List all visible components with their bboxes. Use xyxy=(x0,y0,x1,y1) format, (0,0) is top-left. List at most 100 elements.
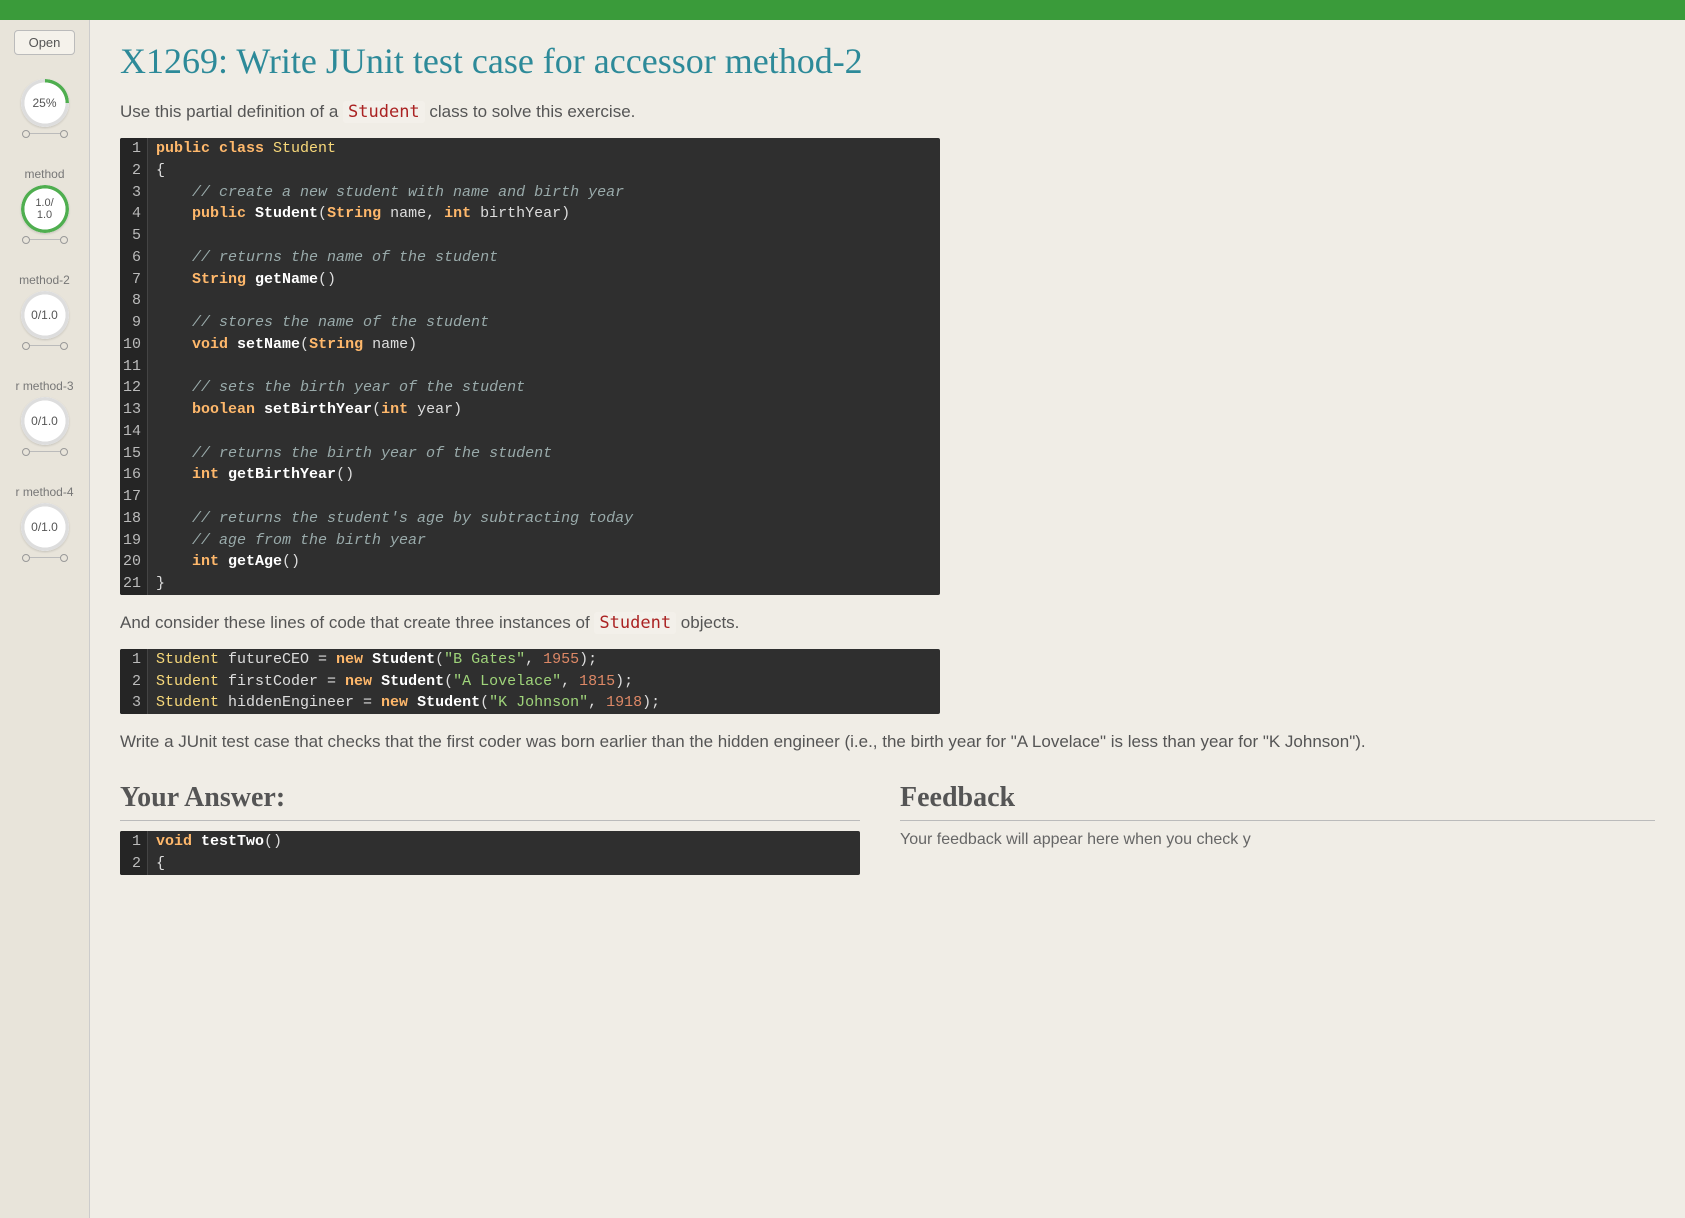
line-number: 3 xyxy=(120,692,148,714)
sidebar: Open 25% method 1.0/ 1.0 method-2 0/1.0 … xyxy=(0,20,90,1218)
progress-ring: 0/1.0 xyxy=(21,397,69,445)
code-block-instances[interactable]: 1Student futureCEO = new Student("B Gate… xyxy=(120,649,940,714)
progress-value: 0/1.0 xyxy=(31,414,58,428)
code-text: // age from the birth year xyxy=(148,530,426,552)
inline-code: Student xyxy=(343,101,425,123)
line-number: 11 xyxy=(120,356,148,378)
mid-text: And consider these lines of code that cr… xyxy=(120,613,1655,633)
line-number: 2 xyxy=(120,671,148,693)
code-line: 21} xyxy=(120,573,940,595)
code-text: } xyxy=(148,573,165,595)
line-number: 8 xyxy=(120,290,148,312)
code-text: // create a new student with name and bi… xyxy=(148,182,624,204)
line-number: 17 xyxy=(120,486,148,508)
line-number: 2 xyxy=(120,160,148,182)
code-text: // returns the birth year of the student xyxy=(148,443,552,465)
code-line: 12 // sets the birth year of the student xyxy=(120,377,940,399)
inline-code: Student xyxy=(594,612,676,634)
code-text: boolean setBirthYear(int year) xyxy=(148,399,462,421)
divider-icon xyxy=(25,133,65,141)
code-line: 17 xyxy=(120,486,940,508)
feedback-text: Your feedback will appear here when you … xyxy=(900,831,1655,849)
sidebar-label: method xyxy=(24,167,64,181)
code-line: 20 int getAge() xyxy=(120,551,940,573)
code-text: // returns the name of the student xyxy=(148,247,498,269)
answer-heading: Your Answer: xyxy=(120,782,860,821)
line-number: 2 xyxy=(120,853,148,875)
feedback-column: Feedback Your feedback will appear here … xyxy=(900,768,1655,849)
line-number: 1 xyxy=(120,138,148,160)
page-title: X1269: Write JUnit test case for accesso… xyxy=(120,40,1655,82)
line-number: 3 xyxy=(120,182,148,204)
code-text: Student futureCEO = new Student("B Gates… xyxy=(148,649,597,671)
code-line: 4 public Student(String name, int birthY… xyxy=(120,203,940,225)
line-number: 20 xyxy=(120,551,148,573)
code-line: 7 String getName() xyxy=(120,269,940,291)
code-text: String getName() xyxy=(148,269,336,291)
line-number: 6 xyxy=(120,247,148,269)
progress-ring: 0/1.0 xyxy=(21,503,69,551)
code-line: 3Student hiddenEngineer = new Student("K… xyxy=(120,692,940,714)
answer-column: Your Answer: 1void testTwo()2{ xyxy=(120,768,860,893)
code-text xyxy=(148,486,156,508)
line-number: 21 xyxy=(120,573,148,595)
line-number: 7 xyxy=(120,269,148,291)
code-text: int getBirthYear() xyxy=(148,464,354,486)
answer-feedback-row: Your Answer: 1void testTwo()2{ Feedback … xyxy=(120,768,1655,893)
code-line: 2{ xyxy=(120,853,860,875)
sidebar-label: r method-4 xyxy=(15,485,73,499)
progress-ring: 25% xyxy=(21,79,69,127)
layout: Open 25% method 1.0/ 1.0 method-2 0/1.0 … xyxy=(0,20,1685,1218)
code-line: 1public class Student xyxy=(120,138,940,160)
line-number: 1 xyxy=(120,649,148,671)
code-line: 3 // create a new student with name and … xyxy=(120,182,940,204)
line-number: 19 xyxy=(120,530,148,552)
sidebar-item-overall[interactable]: 25% xyxy=(0,73,89,143)
code-text: // sets the birth year of the student xyxy=(148,377,525,399)
line-number: 12 xyxy=(120,377,148,399)
sidebar-item-method-4[interactable]: r method-4 0/1.0 xyxy=(0,479,89,567)
intro-suffix: class to solve this exercise. xyxy=(429,102,635,121)
divider-icon xyxy=(25,557,65,565)
code-line: 13 boolean setBirthYear(int year) xyxy=(120,399,940,421)
sidebar-item-method-2[interactable]: method-2 0/1.0 xyxy=(0,267,89,355)
code-text: int getAge() xyxy=(148,551,300,573)
progress-value: 0/1.0 xyxy=(31,308,58,322)
code-line: 9 // stores the name of the student xyxy=(120,312,940,334)
code-line: 5 xyxy=(120,225,940,247)
divider-icon xyxy=(25,345,65,353)
code-line: 18 // returns the student's age by subtr… xyxy=(120,508,940,530)
sidebar-item-method-3[interactable]: r method-3 0/1.0 xyxy=(0,373,89,461)
code-text xyxy=(148,421,156,443)
code-text: // returns the student's age by subtract… xyxy=(148,508,633,530)
line-number: 16 xyxy=(120,464,148,486)
code-text: // stores the name of the student xyxy=(148,312,489,334)
code-text: { xyxy=(148,853,165,875)
code-text: Student hiddenEngineer = new Student("K … xyxy=(148,692,660,714)
open-button[interactable]: Open xyxy=(14,30,76,55)
answer-code-editor[interactable]: 1void testTwo()2{ xyxy=(120,831,860,875)
code-text xyxy=(148,290,156,312)
code-line: 11 xyxy=(120,356,940,378)
line-number: 1 xyxy=(120,831,148,853)
code-line: 2{ xyxy=(120,160,940,182)
line-number: 9 xyxy=(120,312,148,334)
feedback-heading: Feedback xyxy=(900,782,1655,821)
intro-text: Use this partial definition of a Student… xyxy=(120,102,1655,122)
code-line: 16 int getBirthYear() xyxy=(120,464,940,486)
code-text xyxy=(148,356,156,378)
code-line: 6 // returns the name of the student xyxy=(120,247,940,269)
line-number: 18 xyxy=(120,508,148,530)
code-block-class-def[interactable]: 1public class Student2{3 // create a new… xyxy=(120,138,940,595)
sidebar-label: r method-3 xyxy=(15,379,73,393)
sidebar-label: method-2 xyxy=(19,273,70,287)
intro-prefix: Use this partial definition of a xyxy=(120,102,343,121)
code-line: 1void testTwo() xyxy=(120,831,860,853)
code-text xyxy=(148,225,156,247)
line-number: 13 xyxy=(120,399,148,421)
progress-value: 0/1.0 xyxy=(31,520,58,534)
code-text: public Student(String name, int birthYea… xyxy=(148,203,570,225)
code-line: 10 void setName(String name) xyxy=(120,334,940,356)
sidebar-item-method[interactable]: method 1.0/ 1.0 xyxy=(0,161,89,249)
mid-prefix: And consider these lines of code that cr… xyxy=(120,613,594,632)
